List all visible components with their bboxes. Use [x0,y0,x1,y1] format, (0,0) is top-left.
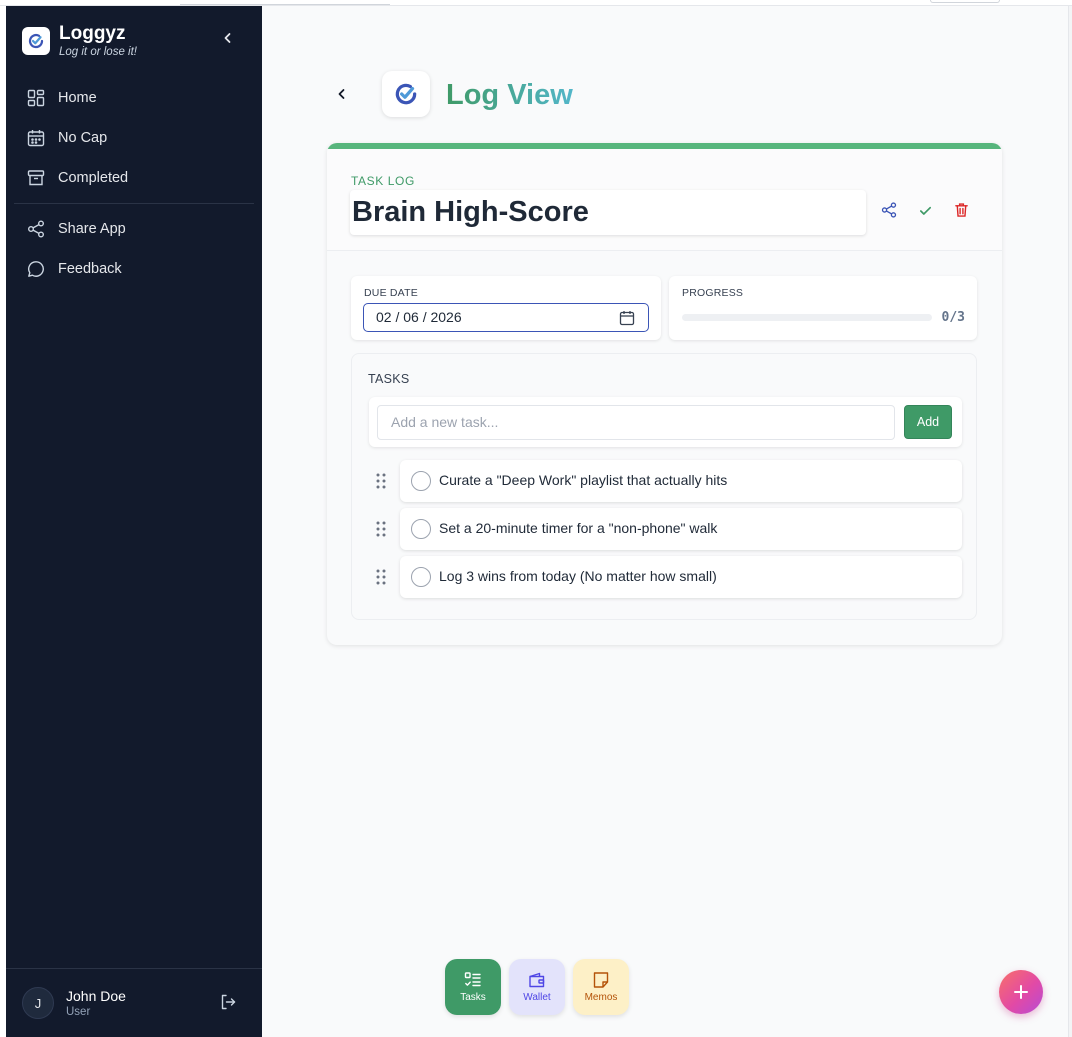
tasks-panel: TASKS Add a new task... Add Curate a "De… [351,353,977,620]
task-row: Curate a "Deep Work" playlist that actua… [369,460,962,502]
sidebar-item-no-cap[interactable]: No Cap [6,118,262,158]
progress-bar [682,314,932,321]
collapse-sidebar-button[interactable] [218,28,238,48]
share-icon [27,220,45,238]
sidebar-item-label: Home [58,90,97,106]
user-profile: J John Doe User [6,968,262,1037]
sidebar-item-home[interactable]: Home [6,78,262,118]
dock-tasks-button[interactable]: Tasks [445,959,501,1015]
logout-button[interactable] [219,993,237,1011]
dock-wallet-button[interactable]: Wallet [509,959,565,1015]
log-title-field[interactable]: Brain High-Score [350,190,866,235]
due-date-value: 02 / 06 / 2026 [376,309,462,325]
chevron-left-icon [338,89,345,99]
archive-icon [27,169,45,187]
app-name: Loggyz [59,23,126,44]
drag-handle-icon[interactable] [375,472,387,490]
brand[interactable]: Loggyz Log it or lose it! [22,23,137,59]
browser-tab [930,0,1000,3]
tasks-label: TASKS [368,372,410,386]
task-text: Curate a "Deep Work" playlist that actua… [439,472,728,488]
sidebar-nav: Home No Cap Completed Share App Feedback [6,78,262,289]
grid-icon [27,89,45,107]
task-item[interactable]: Set a 20-minute timer for a "non-phone" … [400,508,962,550]
share-icon [881,202,897,218]
sidebar-item-feedback[interactable]: Feedback [6,249,262,289]
main-content: Log View TASK LOG Brain High-Score DUE D… [262,6,1068,1037]
drag-handle-icon[interactable] [375,568,387,586]
delete-log-button[interactable] [951,200,971,220]
note-icon [593,972,609,988]
trash-icon [954,203,968,217]
task-row: Log 3 wins from today (No matter how sma… [369,556,962,598]
add-fab-button[interactable] [999,970,1043,1014]
browser-right-edge [1068,6,1072,1037]
sidebar-item-share-app[interactable]: Share App [6,209,262,249]
card-header: TASK LOG Brain High-Score [327,149,1002,251]
browser-tab [180,0,390,5]
task-row: Set a 20-minute timer for a "non-phone" … [369,508,962,550]
calendar-icon[interactable] [619,310,635,326]
card-kicker: TASK LOG [351,174,415,188]
task-checkbox[interactable] [411,471,431,491]
back-button[interactable] [332,84,352,104]
due-date-label: DUE DATE [364,287,418,299]
app-tagline: Log it or lose it! [59,46,137,58]
progress-label: PROGRESS [682,287,744,299]
plus-icon [1014,985,1028,999]
dock-label: Wallet [523,992,551,1003]
app-logo-icon [382,71,430,117]
task-text: Log 3 wins from today (No matter how sma… [439,568,717,584]
checklist-icon [464,972,481,987]
dock-label: Memos [584,992,618,1003]
dock-label: Tasks [460,992,486,1003]
sidebar-item-label: No Cap [58,130,108,146]
sidebar: Loggyz Log it or lose it! Home No Cap Co… [6,6,262,1037]
task-checkbox[interactable] [411,519,431,539]
nav-divider [14,203,254,204]
dock-memos-button[interactable]: Memos [573,959,629,1015]
drag-handle-icon[interactable] [375,520,387,538]
progress-panel: PROGRESS 0/3 [669,276,977,340]
check-icon [919,206,931,215]
user-role: User [66,1005,91,1018]
page-title: Log View [446,76,573,114]
sidebar-item-label: Feedback [58,261,122,277]
due-date-input[interactable]: 02 / 06 / 2026 [363,303,649,332]
complete-log-button[interactable] [915,200,935,220]
task-item[interactable]: Curate a "Deep Work" playlist that actua… [400,460,962,502]
calendar-icon [27,129,45,147]
progress-count: 0/3 [941,310,965,325]
sidebar-item-label: Share App [58,221,126,237]
task-checkbox[interactable] [411,567,431,587]
chat-bubble-icon [27,260,45,278]
new-task-input[interactable]: Add a new task... [377,405,895,440]
add-task-row: Add a new task... Add [369,397,962,447]
task-log-card: TASK LOG Brain High-Score DUE DATE 02 / … [327,143,1002,645]
app-logo-icon [22,27,50,55]
logout-icon [221,994,236,1010]
sidebar-item-label: Completed [58,170,129,186]
task-item[interactable]: Log 3 wins from today (No matter how sma… [400,556,962,598]
due-date-panel: DUE DATE 02 / 06 / 2026 [351,276,661,340]
add-task-button[interactable]: Add [904,405,952,439]
avatar[interactable]: J [22,987,54,1019]
wallet-icon [529,972,545,988]
task-text: Set a 20-minute timer for a "non-phone" … [439,520,718,536]
chevron-left-icon [224,33,231,43]
share-log-button[interactable] [879,200,899,220]
user-name: John Doe [66,987,126,1004]
sidebar-item-completed[interactable]: Completed [6,158,262,198]
